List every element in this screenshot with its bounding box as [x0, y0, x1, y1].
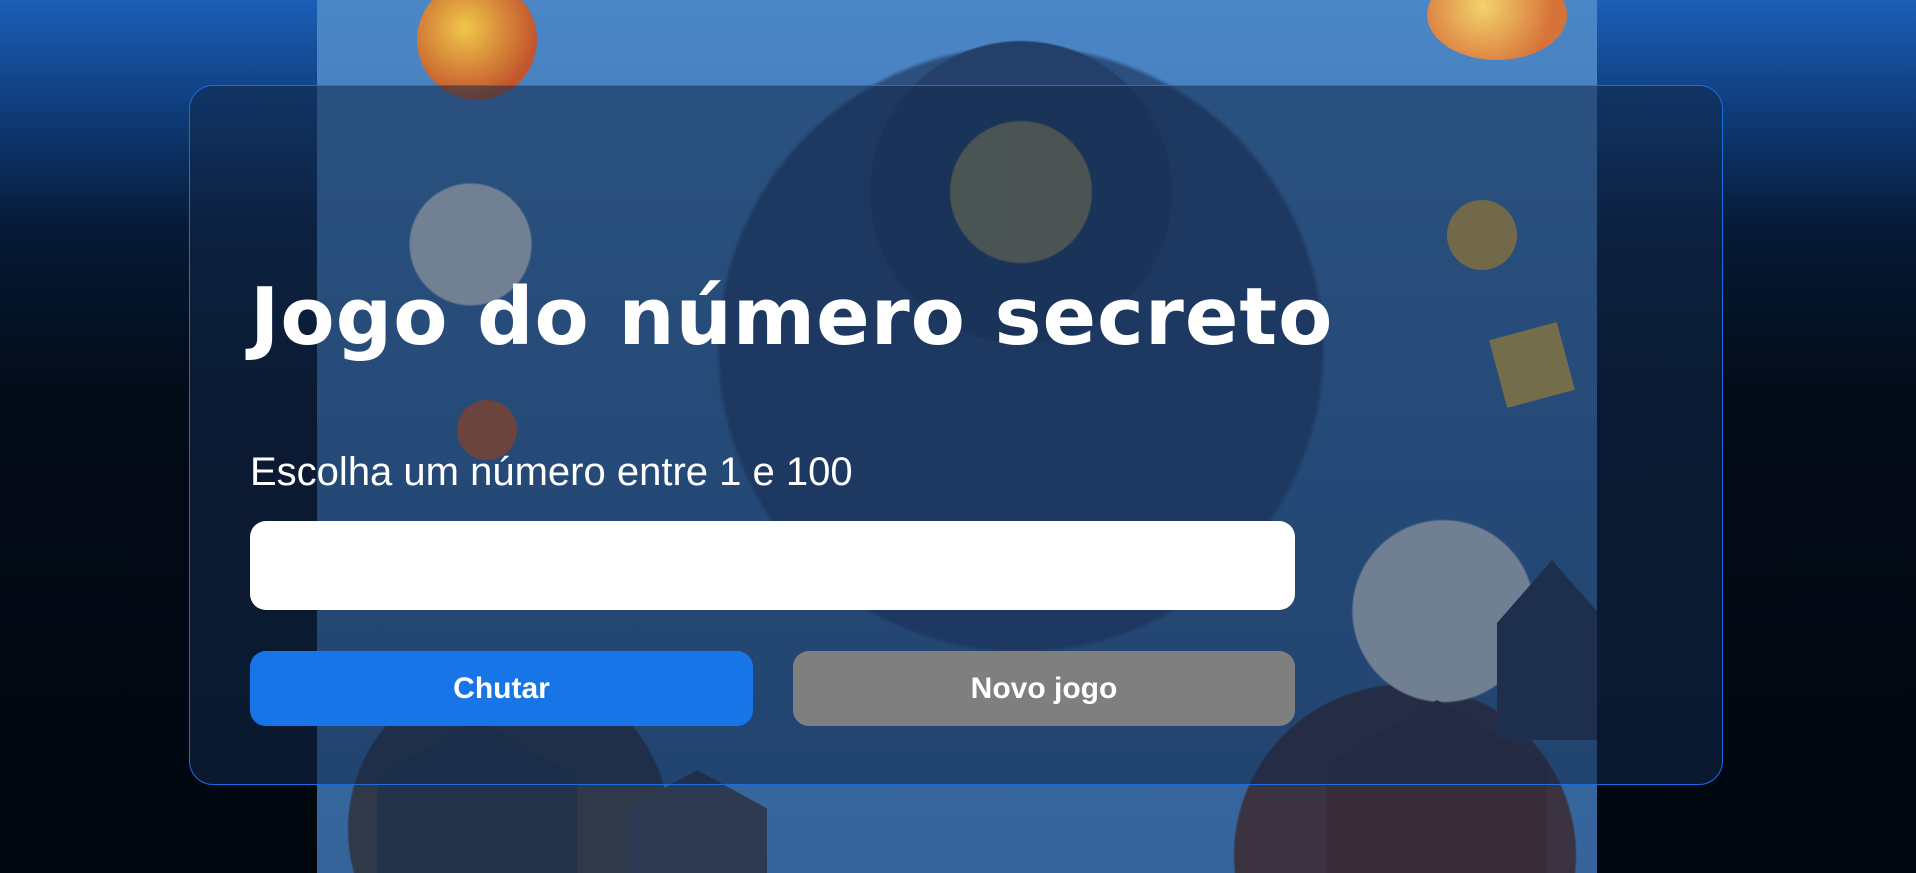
planet-decoration [1427, 0, 1567, 60]
house-decoration [627, 770, 767, 873]
guess-button[interactable]: Chutar [250, 651, 753, 726]
instruction-text: Escolha um número entre 1 e 100 [250, 450, 853, 494]
guess-input[interactable] [250, 521, 1295, 610]
page-title: Jogo do número secreto [250, 271, 1334, 363]
new-game-button[interactable]: Novo jogo [793, 651, 1295, 726]
